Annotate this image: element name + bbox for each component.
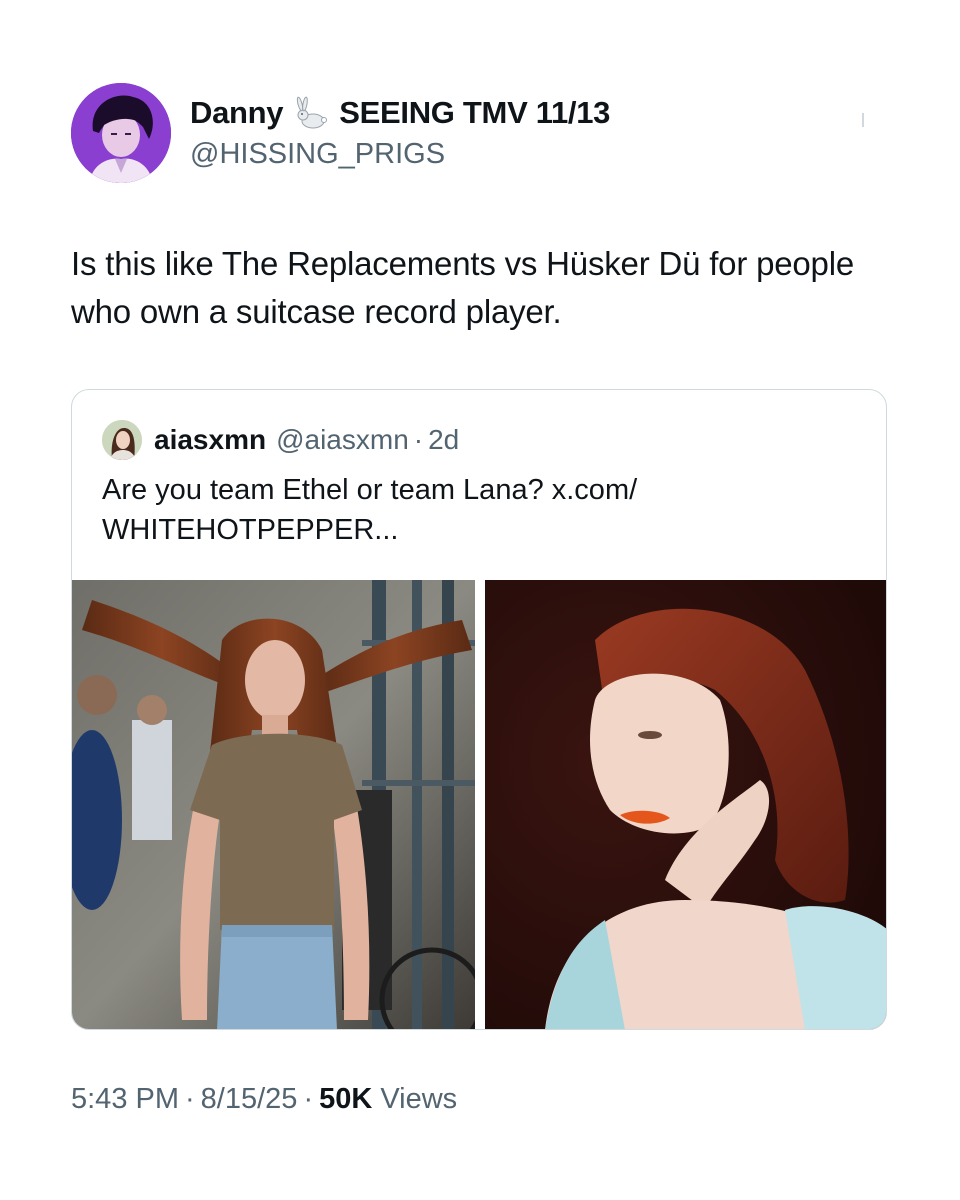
author-handle[interactable]: @HISSING_PRIGS <box>190 138 445 171</box>
meta-separator: · <box>185 1083 195 1115</box>
quoted-tweet-text: Are you team Ethel or team Lana? x.com/ … <box>102 470 842 550</box>
divider-mark <box>862 113 864 127</box>
author-avatar[interactable] <box>71 83 171 183</box>
quoted-author-avatar[interactable] <box>102 420 142 460</box>
media-photo-2[interactable] <box>485 580 886 1029</box>
tweet-date[interactable]: 8/15/25 <box>201 1083 298 1116</box>
quoted-author-name[interactable]: aiasxmn <box>154 424 266 456</box>
quoted-media-grid <box>72 580 886 1029</box>
quoted-text-line-2[interactable]: WHITEHOTPEPPER... <box>102 510 842 550</box>
rabbit-icon <box>291 95 331 131</box>
tweet-text: Is this like The Replacements vs Hüsker … <box>71 245 854 330</box>
quoted-text-line-1: Are you team Ethel or team Lana? x.com/ <box>102 474 638 506</box>
tweet-screenshot: Danny SEEING TMV 11/13 @HISSING_PRIGS Is… <box>0 0 960 1200</box>
media-photo-1[interactable] <box>72 580 475 1029</box>
author-name-row[interactable]: Danny SEEING TMV 11/13 <box>190 93 610 133</box>
author-display-name: Danny <box>190 95 284 130</box>
views-count[interactable]: 50K <box>319 1083 372 1116</box>
quoted-timestamp[interactable]: 2d <box>428 424 459 456</box>
quoted-tweet-card[interactable]: aiasxmn @aiasxmn · 2d Are you team Ethel… <box>71 389 887 1030</box>
quoted-separator: · <box>413 424 424 455</box>
author-name-suffix: SEEING TMV 11/13 <box>339 95 611 130</box>
views-label: Views <box>380 1083 458 1115</box>
tweet-time[interactable]: 5:43 PM <box>71 1083 179 1116</box>
meta-separator: · <box>303 1083 314 1115</box>
tweet-meta: 5:43 PM · 8/15/25 · 50K Views <box>71 1083 457 1116</box>
quoted-tweet-header: aiasxmn @aiasxmn · 2d <box>102 420 459 460</box>
quoted-author-handle[interactable]: @aiasxmn <box>276 424 409 456</box>
